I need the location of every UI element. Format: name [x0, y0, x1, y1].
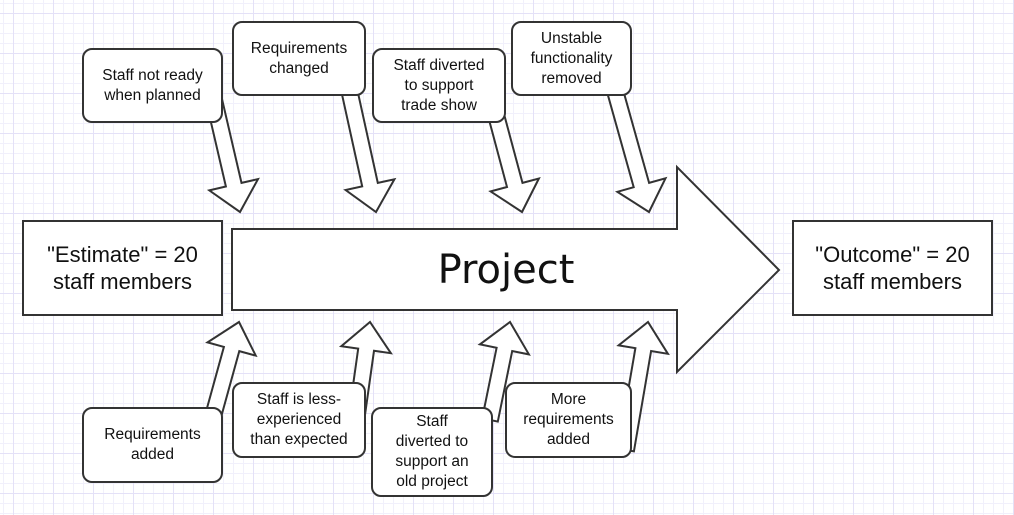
cause-box-staff-less-experienced[interactable]: Staff is less- experienced than expected [232, 382, 366, 458]
cause-label: Staff is less- experienced than expected [250, 391, 348, 448]
cause-label: Requirements changed [250, 40, 348, 77]
cause-box-staff-diverted-trade-show[interactable]: Staff diverted to support trade show [372, 48, 506, 123]
cause-box-requirements-added[interactable]: Requirements added [82, 407, 223, 483]
cause-box-more-requirements[interactable]: More requirements added [505, 382, 632, 458]
outcome-label: "Outcome" = 20 staff members [815, 242, 970, 294]
cause-label: Staff diverted to support trade show [393, 56, 485, 114]
cause-box-requirements-changed[interactable]: Requirements changed [232, 21, 366, 96]
cause-label: Staff not ready when planned [102, 66, 203, 104]
cause-label: Staff diverted to support an old project [395, 413, 469, 490]
estimate-box[interactable]: "Estimate" = 20 staff members [22, 220, 223, 316]
cause-label: Unstable functionality removed [530, 29, 613, 87]
cause-box-staff-not-ready[interactable]: Staff not ready when planned [82, 48, 223, 123]
cause-label: More requirements added [523, 391, 614, 448]
estimate-label: "Estimate" = 20 staff members [47, 242, 198, 294]
cause-box-staff-diverted-old-project[interactable]: Staff diverted to support an old project [371, 407, 493, 497]
cause-arrow-top-4[interactable] [603, 76, 668, 214]
cause-box-unstable-functionality[interactable]: Unstable functionality removed [511, 21, 632, 96]
outcome-box[interactable]: "Outcome" = 20 staff members [792, 220, 993, 316]
cause-label: Requirements added [104, 426, 201, 463]
